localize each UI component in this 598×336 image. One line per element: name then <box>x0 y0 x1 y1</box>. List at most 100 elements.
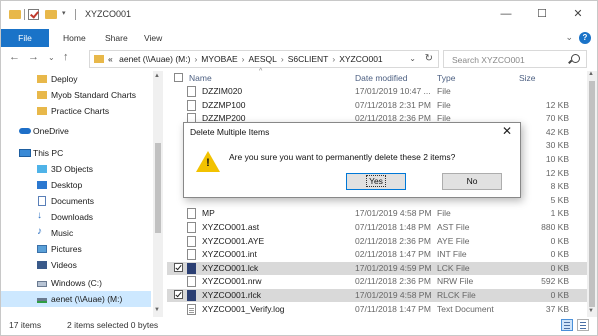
search-input[interactable]: Search XYZCO001 <box>443 50 587 68</box>
details-view-icon[interactable] <box>561 319 573 331</box>
nav-item-label: Practice Charts <box>51 106 110 116</box>
breadcrumb-overflow[interactable]: « <box>108 54 113 64</box>
file-icon <box>187 290 196 301</box>
address-dropdown-icon[interactable]: ⌄ <box>409 54 416 63</box>
downloads-icon: ↓ <box>37 210 42 221</box>
table-row[interactable]: XYZCO001_Verify.log 07/11/2018 1:47 PM Tex… <box>167 303 587 316</box>
dialog-close-icon[interactable]: ✕ <box>502 124 512 138</box>
nav-item-music[interactable]: ♪ Music <box>1 225 151 241</box>
file-icon <box>187 99 196 111</box>
yes-button[interactable]: Yes <box>346 173 406 190</box>
nav-item-onedrive[interactable]: OneDrive <box>1 123 151 139</box>
nav-item-aenet-m[interactable]: aenet (\\Auae) (M:) <box>1 291 151 307</box>
file-type: AST File <box>437 222 470 232</box>
table-row[interactable]: XYZCO001.nrw 02/11/2018 2:36 PM NRW File 59… <box>167 275 587 288</box>
breadcrumb-item[interactable]: MYOBAE <box>201 54 237 64</box>
file-size: 42 KB <box>545 126 569 137</box>
nav-pane-scrollbar[interactable]: ▲ ▼ <box>153 71 163 317</box>
file-explorer-window: ▾ XYZCO001 — ☐ ✕ File Home Share View ⌄ … <box>0 0 598 336</box>
search-icon[interactable] <box>571 54 580 63</box>
scrollbar-thumb[interactable] <box>589 81 595 307</box>
tab-share[interactable]: Share <box>105 29 128 47</box>
quick-access-dropdown-icon[interactable]: ▾ <box>62 9 66 17</box>
nav-item-label: Windows (C:) <box>51 278 103 288</box>
large-icons-view-icon[interactable] <box>577 319 589 331</box>
row-checkbox[interactable] <box>174 262 183 272</box>
nav-item-documents[interactable]: Documents <box>1 193 151 209</box>
row-checkbox[interactable] <box>174 290 183 299</box>
title-bar: ▾ XYZCO001 — ☐ ✕ <box>1 1 597 29</box>
navigation-pane: Deploy Myob Standard Charts Practice Cha… <box>1 71 164 317</box>
forward-arrow-icon[interactable]: → <box>28 51 39 63</box>
nav-item-deploy[interactable]: Deploy <box>1 71 151 87</box>
scroll-down-icon[interactable]: ▼ <box>154 307 160 313</box>
table-row[interactable]: XYZCO001.rlck 17/01/2019 4:58 PM RLCK File… <box>167 289 587 302</box>
nav-item-windows-c[interactable]: Windows (C:) <box>1 275 151 291</box>
nav-item-pictures[interactable]: Pictures <box>1 241 151 257</box>
address-bar[interactable]: « aenet (\\Auae) (M:) › MYOBAE › AESQL › S6CLI… <box>89 50 439 68</box>
file-date-modified: 17/01/2019 4:59 PM <box>355 262 432 273</box>
column-header-name[interactable]: Name <box>189 73 212 83</box>
scrollbar-thumb[interactable] <box>155 143 161 233</box>
up-arrow-icon[interactable]: ↑ <box>63 51 69 63</box>
file-type: INT File <box>437 249 467 260</box>
chevron-right-icon[interactable]: › <box>277 54 288 64</box>
nav-item-downloads[interactable]: ↓ Downloads <box>1 209 151 225</box>
table-row[interactable]: XYZCO001.int 02/11/2018 1:47 PM INT File 0 … <box>167 248 587 261</box>
help-icon[interactable]: ? <box>579 32 591 44</box>
file-icon <box>187 249 196 261</box>
table-row[interactable]: MP 17/01/2019 4:58 PM File 1 KB <box>167 207 587 220</box>
file-name: XYZCO001.int <box>202 249 257 260</box>
table-row[interactable]: DZZIM020 17/01/2019 10:47 ... File <box>167 85 587 98</box>
table-row[interactable]: XYZCO001.ast 07/11/2018 1:48 PM AST File 88… <box>167 221 587 234</box>
minimize-button[interactable]: — <box>491 5 521 23</box>
file-date-modified: 07/11/2018 1:47 PM <box>355 303 431 314</box>
nav-item-label: Downloads <box>51 212 94 222</box>
breadcrumb-item[interactable]: XYZCO001 <box>339 54 382 64</box>
breadcrumb-item[interactable]: AESQL <box>249 54 277 64</box>
table-row[interactable]: XYZCO001.lck 17/01/2019 4:59 PM LCK File 0 … <box>167 261 587 275</box>
close-button[interactable]: ✕ <box>563 5 593 23</box>
file-date-modified: 02/11/2018 1:47 PM <box>355 249 431 260</box>
nav-item-this-pc[interactable]: This PC <box>1 145 151 161</box>
file-type: Text Document <box>437 303 494 314</box>
chevron-right-icon[interactable]: › <box>328 54 339 64</box>
yes-button-label: Yes <box>366 175 386 187</box>
maximize-button[interactable]: ☐ <box>527 5 557 23</box>
file-size: 70 KB <box>545 113 569 124</box>
back-arrow-icon[interactable]: ← <box>9 51 20 63</box>
selection-info: 2 items selected 0 bytes <box>67 320 159 330</box>
delete-confirmation-dialog: Delete Multiple Items ✕ ! Are you sure y… <box>183 122 521 198</box>
dialog-title-bar: Delete Multiple Items ✕ <box>184 123 520 141</box>
scroll-down-icon[interactable]: ▼ <box>588 308 594 314</box>
nav-item-3d-objects[interactable]: 3D Objects <box>1 161 151 177</box>
nav-item-desktop[interactable]: Desktop <box>1 177 151 193</box>
scroll-up-icon[interactable]: ▲ <box>154 73 160 79</box>
breadcrumb-item[interactable]: aenet (\\Auae) (M:) <box>115 54 190 64</box>
column-header-type[interactable]: Type <box>437 73 455 83</box>
column-header-date-modified[interactable]: Date modified <box>355 73 407 83</box>
recent-locations-icon[interactable]: ⌄ <box>48 53 55 62</box>
scroll-up-icon[interactable]: ▲ <box>588 71 594 77</box>
select-all-checkbox[interactable] <box>174 73 183 82</box>
file-type: RLCK File <box>437 290 476 300</box>
expand-ribbon-icon[interactable]: ⌄ <box>565 32 573 43</box>
file-list-scrollbar[interactable]: ▲ ▼ <box>587 71 597 317</box>
new-folder-icon[interactable] <box>45 10 57 19</box>
breadcrumb-item[interactable]: S6CLIENT <box>288 54 329 64</box>
no-button[interactable]: No <box>442 173 502 190</box>
nav-item-myob-standard-charts[interactable]: Myob Standard Charts <box>1 87 151 103</box>
table-row[interactable]: XYZCO001.AYE 02/11/2018 2:36 PM AYE File 0 … <box>167 235 587 248</box>
column-header-size[interactable]: Size <box>519 73 536 83</box>
nav-item-label: Myob Standard Charts <box>51 90 137 100</box>
refresh-icon[interactable]: ↻ <box>425 53 433 64</box>
chevron-right-icon[interactable]: › <box>238 54 249 64</box>
tab-file[interactable]: File <box>1 29 49 47</box>
chevron-right-icon[interactable]: › <box>190 54 201 64</box>
properties-checkbox-icon[interactable] <box>28 9 39 20</box>
tab-home[interactable]: Home <box>63 29 86 47</box>
tab-view[interactable]: View <box>144 29 162 47</box>
nav-item-practice-charts[interactable]: Practice Charts <box>1 103 151 119</box>
table-row[interactable]: DZZMP100 07/11/2018 2:31 PM File 12 KB <box>167 99 587 112</box>
nav-item-videos[interactable]: Videos <box>1 257 151 273</box>
